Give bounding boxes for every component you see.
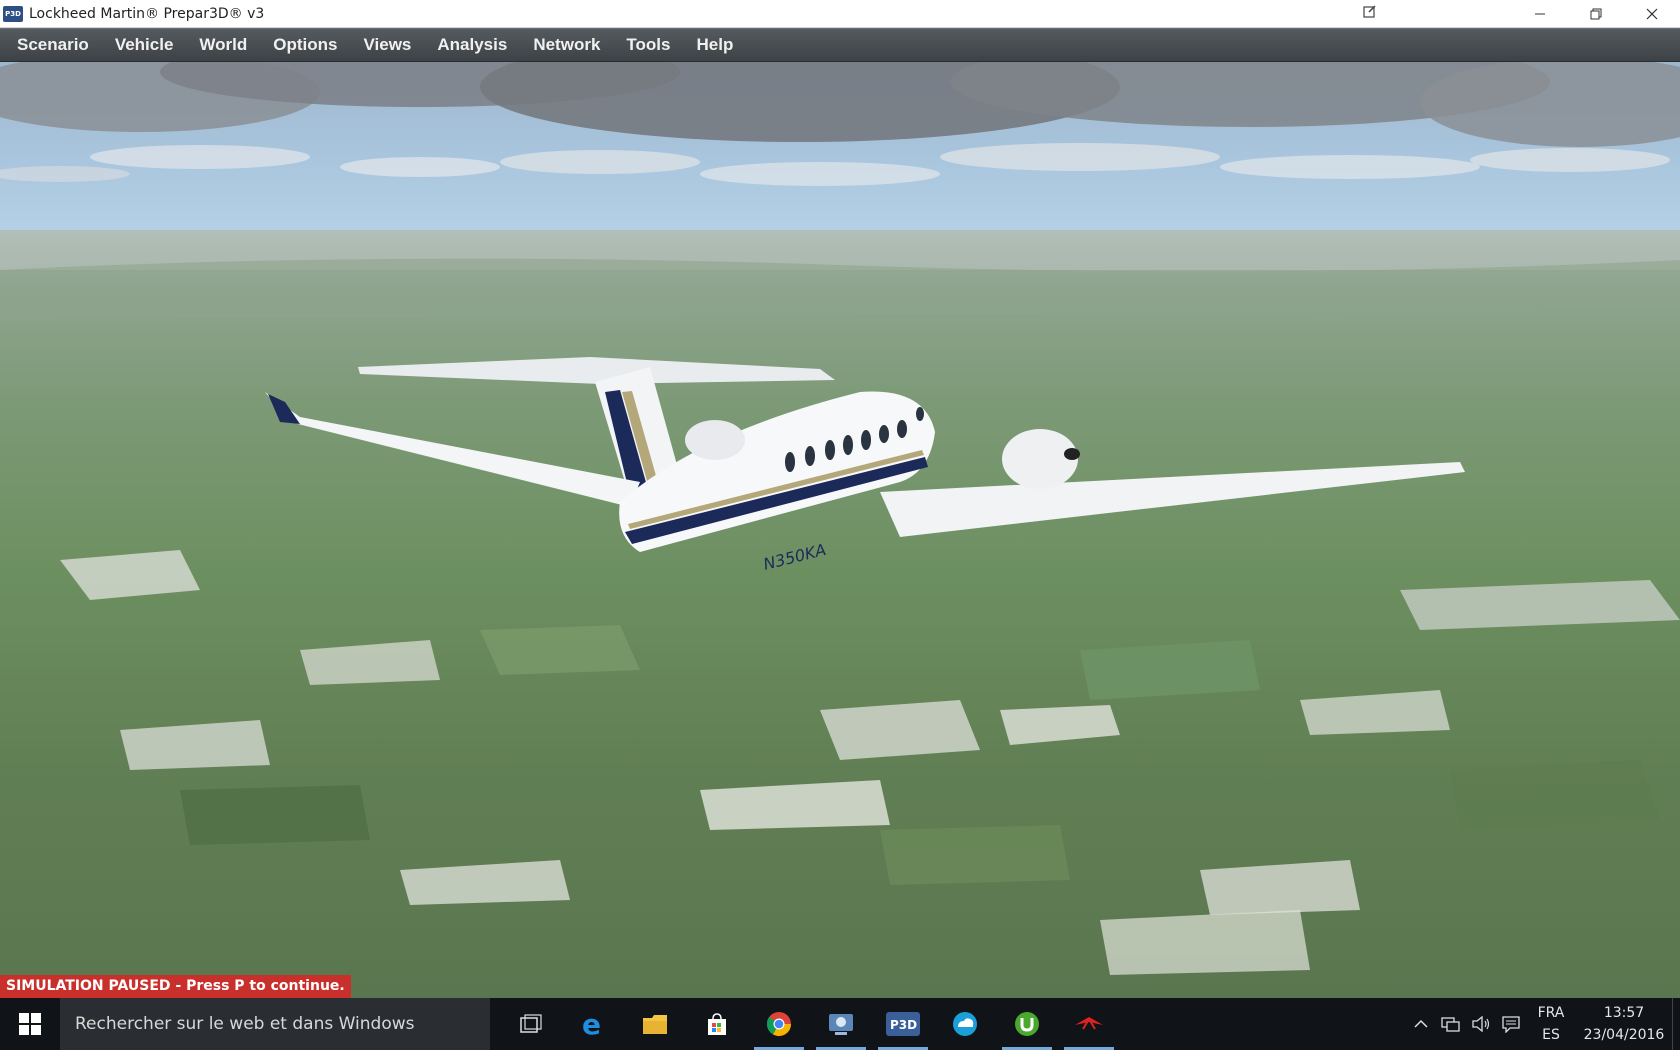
system-tray: FRA ES 13:57 23/04/2016 <box>1406 998 1680 1050</box>
aircraft-beechcraft: N350KA <box>265 357 1465 574</box>
search-input[interactable]: Rechercher sur le web et dans Windows <box>60 998 490 1050</box>
store-icon[interactable] <box>686 998 748 1050</box>
prepar3d-app-icon[interactable]: P3D <box>3 5 23 22</box>
menu-world[interactable]: World <box>186 35 260 55</box>
pin-icon[interactable] <box>1360 2 1380 20</box>
media-app-icon[interactable] <box>810 998 872 1050</box>
p3d-icon[interactable]: P3D <box>872 998 934 1050</box>
windows-taskbar: Rechercher sur le web et dans Windows e … <box>0 998 1680 1050</box>
aircraft-registration: N350KA <box>761 540 828 574</box>
menu-options[interactable]: Options <box>260 35 350 55</box>
menu-vehicle[interactable]: Vehicle <box>102 35 187 55</box>
language-code: FRA <box>1537 1005 1565 1021</box>
menu-network[interactable]: Network <box>520 35 613 55</box>
menu-analysis[interactable]: Analysis <box>424 35 520 55</box>
chevron-up-icon[interactable] <box>1406 998 1436 1050</box>
utorrent-icon[interactable] <box>996 998 1058 1050</box>
menu-bar: Scenario Vehicle World Options Views Ana… <box>0 28 1680 62</box>
menu-tools[interactable]: Tools <box>613 35 683 55</box>
windows-logo-icon <box>19 1013 41 1035</box>
keyboard-layout: ES <box>1542 1027 1560 1043</box>
simulation-viewport[interactable]: N350KA SIMULATION PAUSED - Press P to co… <box>0 62 1680 998</box>
weather-app-icon[interactable] <box>934 998 996 1050</box>
chrome-icon[interactable] <box>748 998 810 1050</box>
menu-help[interactable]: Help <box>683 35 746 55</box>
network-icon[interactable] <box>1436 998 1466 1050</box>
notifications-icon[interactable] <box>1496 998 1526 1050</box>
edge-icon[interactable]: e <box>562 998 624 1050</box>
close-button[interactable] <box>1624 0 1680 28</box>
start-button[interactable] <box>0 998 60 1050</box>
task-view-icon[interactable] <box>500 998 562 1050</box>
restore-button[interactable] <box>1568 0 1624 28</box>
clock-time: 13:57 <box>1603 1005 1645 1021</box>
menu-views[interactable]: Views <box>351 35 425 55</box>
input-language[interactable]: FRA ES <box>1526 1002 1576 1046</box>
clock[interactable]: 13:57 23/04/2016 <box>1576 1002 1672 1046</box>
volume-icon[interactable] <box>1466 998 1496 1050</box>
red-app-icon[interactable] <box>1058 998 1120 1050</box>
menu-scenario[interactable]: Scenario <box>4 35 102 55</box>
simulation-paused-banner: SIMULATION PAUSED - Press P to continue. <box>0 975 351 998</box>
minimize-button[interactable] <box>1512 0 1568 28</box>
clock-date: 23/04/2016 <box>1583 1027 1665 1043</box>
svg-text:P3D: P3D <box>890 1018 917 1032</box>
show-desktop-button[interactable] <box>1672 998 1680 1050</box>
svg-text:e: e <box>582 1010 601 1038</box>
title-bar: P3D Lockheed Martin® Prepar3D® v3 <box>0 0 1680 28</box>
window-title: Lockheed Martin® Prepar3D® v3 <box>29 5 265 22</box>
file-explorer-icon[interactable] <box>624 998 686 1050</box>
